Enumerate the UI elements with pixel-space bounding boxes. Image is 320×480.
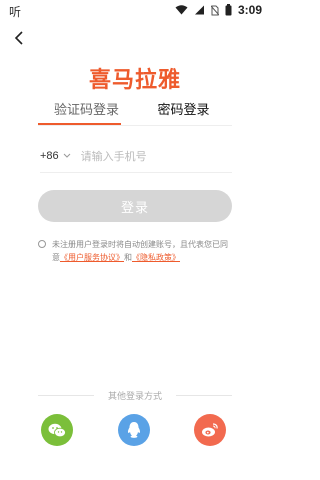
sim-off-icon [210, 5, 219, 16]
chevron-down-icon[interactable] [63, 153, 71, 159]
country-code-selector[interactable]: +86 [40, 150, 59, 162]
agreement: 未注册用户登录时将自动创建账号，且代表您已同意《用户服务协议》和《隐私政策》 [38, 238, 234, 264]
weibo-login-button[interactable] [194, 414, 226, 446]
user-agreement-link[interactable]: 《用户服务协议》 [60, 253, 124, 262]
status-app-label: 听 [9, 5, 22, 19]
wechat-login-button[interactable] [41, 414, 73, 446]
qq-icon [126, 421, 142, 439]
signal-icon [194, 5, 205, 15]
chevron-left-icon [10, 28, 30, 48]
app-logo: 喜马拉雅 [88, 68, 181, 93]
weibo-icon [201, 422, 219, 438]
wechat-icon [48, 423, 66, 438]
agreement-checkbox[interactable] [38, 240, 46, 248]
status-bar: 听 3:09 [0, 0, 270, 22]
login-button[interactable]: 登录 [38, 190, 232, 222]
agreement-and: 和 [124, 253, 132, 262]
status-icons: 3:09 [175, 3, 262, 17]
other-login-divider-right [176, 395, 232, 396]
status-time: 3:09 [237, 3, 262, 17]
tab-password[interactable]: 密码登录 [135, 100, 232, 128]
phone-row: +86 [40, 142, 232, 170]
phone-underline [40, 172, 232, 173]
agreement-text: 未注册用户登录时将自动创建账号，且代表您已同意《用户服务协议》和《隐私政策》 [52, 238, 234, 264]
phone-input[interactable] [80, 149, 201, 163]
wifi-icon [175, 5, 188, 15]
tabs-divider [38, 125, 232, 126]
qq-login-button[interactable] [118, 414, 150, 446]
privacy-policy-link[interactable]: 《隐私政策》 [132, 253, 180, 262]
back-button[interactable] [10, 28, 30, 48]
battery-icon [225, 4, 232, 16]
